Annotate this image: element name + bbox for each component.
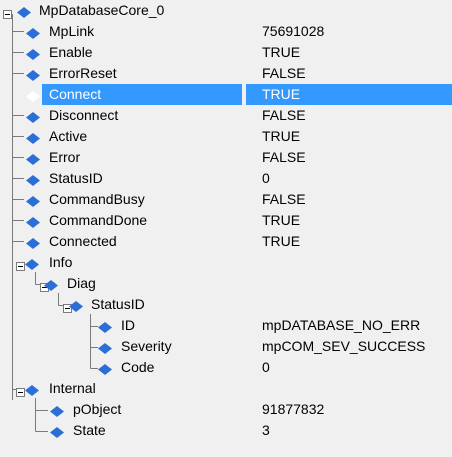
- tree-row-label: Connect: [49, 86, 102, 102]
- collapse-icon[interactable]: [3, 6, 12, 19]
- collapse-icon[interactable]: [16, 258, 25, 271]
- tree-row[interactable]: Active TRUE: [0, 126, 452, 147]
- tree-row-value: 91877832: [262, 401, 325, 417]
- tree-row-label: Info: [49, 254, 73, 270]
- tree-row[interactable]: CommandDone TRUE: [0, 210, 452, 231]
- tree-row-value: FALSE: [262, 65, 306, 81]
- tree-row-label: Internal: [49, 380, 96, 396]
- diamond-icon: [26, 110, 40, 123]
- tree-row[interactable]: pObject 91877832: [0, 399, 452, 420]
- diamond-icon: [50, 425, 64, 438]
- diamond-icon: [98, 341, 112, 354]
- diamond-icon: [26, 236, 40, 249]
- tree-row-label: ErrorReset: [49, 65, 117, 81]
- tree-row-value: TRUE: [262, 233, 301, 249]
- tree-row-label: StatusID: [91, 296, 145, 312]
- tree-row[interactable]: StatusID 0: [0, 168, 452, 189]
- tree-row[interactable]: StatusID: [0, 294, 452, 315]
- tree-row-value: FALSE: [262, 191, 306, 207]
- tree-row[interactable]: Code 0: [0, 357, 452, 378]
- tree-row-label: Active: [49, 128, 88, 144]
- diamond-icon: [98, 320, 112, 333]
- diamond-icon: [26, 173, 40, 186]
- tree-row-value: mpCOM_SEV_SUCCESS: [262, 338, 426, 354]
- tree-row-value: 0: [262, 359, 270, 375]
- diamond-icon: [26, 215, 40, 228]
- tree-row-value: TRUE: [262, 128, 301, 144]
- tree-row[interactable]: Disconnect FALSE: [0, 105, 452, 126]
- tree-row[interactable]: CommandBusy FALSE: [0, 189, 452, 210]
- tree-row[interactable]: Info: [0, 252, 452, 273]
- tree-row[interactable]: ID mpDATABASE_NO_ERR: [0, 315, 452, 336]
- tree-row-value: TRUE: [262, 44, 301, 60]
- tree-row-label: Connected: [49, 233, 117, 249]
- diamond-icon: [25, 383, 39, 396]
- tree-row[interactable]: State 3: [0, 420, 452, 441]
- tree-row[interactable]: ErrorReset FALSE: [0, 63, 452, 84]
- tree-row-value: mpDATABASE_NO_ERR: [262, 317, 421, 333]
- watch-tree: MpDatabaseCore_0 MpLink 75691028 Enable TRUE…: [0, 0, 452, 457]
- diamond-icon: [44, 278, 58, 291]
- tree-row-label: Code: [121, 359, 155, 375]
- tree-row-label: Error: [49, 149, 81, 165]
- tree-row[interactable]: Internal: [0, 378, 452, 399]
- tree-row[interactable]: MpLink 75691028: [0, 21, 452, 42]
- tree-row-label: pObject: [73, 401, 122, 417]
- tree-row-label: Enable: [49, 44, 93, 60]
- tree-row-label: StatusID: [49, 170, 103, 186]
- tree-row[interactable]: Error FALSE: [0, 147, 452, 168]
- tree-root-label: MpDatabaseCore_0: [39, 2, 165, 18]
- tree-row[interactable]: Connected TRUE: [0, 231, 452, 252]
- tree-row-value: 75691028: [262, 23, 325, 39]
- tree-row[interactable]: Severity mpCOM_SEV_SUCCESS: [0, 336, 452, 357]
- tree-row-label: CommandBusy: [49, 191, 145, 207]
- diamond-icon: [26, 26, 40, 39]
- diamond-icon: [50, 404, 64, 417]
- tree-row-value: TRUE: [262, 86, 301, 102]
- tree-row[interactable]: Diag: [0, 273, 452, 294]
- diamond-icon: [26, 47, 40, 60]
- tree-row-value: 3: [262, 422, 270, 438]
- tree-row-value: FALSE: [262, 107, 306, 123]
- tree-row-value: TRUE: [262, 212, 301, 228]
- tree-row-value: 0: [262, 170, 270, 186]
- diamond-icon: [26, 194, 40, 207]
- diamond-icon: [26, 89, 40, 102]
- tree-row[interactable]: Connect TRUE: [0, 84, 452, 105]
- tree-row[interactable]: Enable TRUE: [0, 42, 452, 63]
- diamond-icon: [26, 68, 40, 81]
- tree-row-label: Diag: [67, 275, 96, 291]
- tree-row-label: Severity: [121, 338, 172, 354]
- diamond-icon: [98, 362, 112, 375]
- tree-root-row[interactable]: MpDatabaseCore_0: [0, 0, 452, 21]
- diamond-icon: [26, 131, 40, 144]
- diamond-icon: [17, 5, 31, 18]
- tree-row-label: CommandDone: [49, 212, 148, 228]
- tree-row-label: State: [73, 422, 106, 438]
- diamond-icon: [69, 299, 83, 312]
- tree-row-label: ID: [121, 317, 135, 333]
- diamond-icon: [25, 257, 39, 270]
- tree-row-label: Disconnect: [49, 107, 119, 123]
- diamond-icon: [26, 152, 40, 165]
- collapse-icon[interactable]: [16, 384, 25, 397]
- tree-row-value: FALSE: [262, 149, 306, 165]
- tree-row-label: MpLink: [49, 23, 95, 39]
